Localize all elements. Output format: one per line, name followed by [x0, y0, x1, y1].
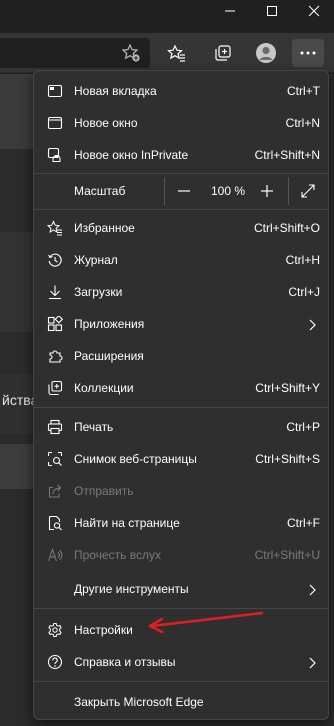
menu-item-extensions[interactable]: Расширения — [34, 341, 328, 371]
find-on-page-icon — [46, 514, 64, 532]
print-icon — [46, 418, 64, 436]
menu-item-shortcut: Ctrl+Shift+S — [255, 452, 320, 466]
menu-item-share[interactable]: Отправить — [34, 476, 328, 506]
menu-item-more-tools[interactable]: Другие инструменты — [34, 574, 328, 604]
menu-item-label: Приложения — [74, 317, 145, 331]
favorites-add-icon[interactable] — [117, 39, 145, 67]
zoom-out-button[interactable] — [172, 179, 196, 203]
share-icon — [46, 482, 64, 500]
settings-gear-icon — [46, 621, 64, 639]
menu-item-web-capture[interactable]: Снимок веб-страницы Ctrl+Shift+S — [34, 444, 328, 474]
close-icon[interactable] — [294, 0, 334, 22]
menu-item-label: Расширения — [74, 349, 144, 363]
menu-item-label: Прочесть вслух — [74, 548, 161, 562]
menu-item-read-aloud[interactable]: Прочесть вслух Ctrl+Shift+U — [34, 540, 328, 570]
menu-item-new-inprivate[interactable]: Новое окно InPrivate Ctrl+Shift+N — [34, 140, 328, 170]
history-icon — [46, 251, 64, 269]
menu-item-settings[interactable]: Настройки — [34, 615, 328, 645]
read-aloud-icon — [46, 546, 64, 564]
maximize-icon[interactable] — [252, 0, 292, 22]
fullscreen-icon[interactable] — [296, 179, 320, 203]
menu-item-shortcut: Ctrl+Shift+O — [253, 221, 320, 235]
menu-item-new-window[interactable]: Новое окно Ctrl+N — [34, 108, 328, 138]
menu-item-find[interactable]: Найти на странице Ctrl+F — [34, 508, 328, 538]
menu-item-apps[interactable]: Приложения — [34, 309, 328, 339]
menu-item-shortcut: Ctrl+N — [285, 116, 320, 130]
browser-toolbar — [0, 33, 334, 73]
help-icon — [46, 653, 64, 671]
menu-item-new-tab[interactable]: Новая вкладка Ctrl+T — [34, 76, 328, 106]
menu-item-shortcut: Ctrl+Shift+U — [254, 548, 320, 562]
menu-separator — [34, 608, 328, 609]
favorites-icon[interactable] — [163, 39, 191, 67]
new-window-icon — [46, 114, 64, 132]
menu-item-collections[interactable]: Коллекции Ctrl+Shift+Y — [34, 373, 328, 403]
inprivate-icon — [46, 146, 64, 164]
zoom-label: Масштаб — [74, 184, 126, 198]
menu-item-shortcut: Ctrl+J — [288, 285, 320, 299]
zoom-divider — [164, 177, 165, 205]
apps-icon — [46, 315, 64, 333]
collections-icon — [46, 379, 64, 397]
menu-separator — [34, 681, 328, 682]
menu-item-label: Избранное — [74, 221, 135, 235]
menu-item-shortcut: Ctrl+T — [287, 84, 320, 98]
extensions-icon — [46, 347, 64, 365]
menu-item-label: Новое окно — [74, 116, 138, 130]
settings-menu: Новая вкладка Ctrl+T Новое окно Ctrl+N Н… — [33, 70, 329, 720]
menu-item-label: Настройки — [74, 623, 133, 637]
favorites-icon — [46, 219, 64, 237]
menu-item-shortcut: Ctrl+F — [287, 516, 320, 530]
download-icon — [46, 283, 64, 301]
new-tab-icon — [46, 82, 64, 100]
chevron-right-icon — [308, 318, 316, 336]
zoom-row: Масштаб 100 % — [34, 173, 328, 209]
more-icon[interactable] — [292, 39, 324, 67]
chevron-right-icon — [308, 656, 316, 674]
menu-item-help[interactable]: Справка и отзывы — [34, 647, 328, 677]
collections-icon[interactable] — [209, 39, 237, 67]
web-capture-icon — [46, 450, 64, 468]
menu-item-label: Коллекции — [74, 381, 134, 395]
menu-item-label: Снимок веб-страницы — [74, 452, 197, 466]
menu-item-shortcut: Ctrl+P — [286, 420, 320, 434]
menu-item-close-edge[interactable]: Закрыть Microsoft Edge — [34, 687, 328, 717]
menu-separator — [34, 209, 328, 210]
menu-item-shortcut: Ctrl+H — [285, 253, 320, 267]
menu-item-label: Журнал — [74, 253, 118, 267]
menu-item-label: Отправить — [74, 484, 134, 498]
menu-item-label: Закрыть Microsoft Edge — [74, 695, 204, 709]
menu-item-label: Новое окно InPrivate — [74, 148, 189, 162]
menu-item-downloads[interactable]: Загрузки Ctrl+J — [34, 277, 328, 307]
menu-item-print[interactable]: Печать Ctrl+P — [34, 412, 328, 442]
menu-item-label: Новая вкладка — [74, 84, 157, 98]
menu-item-label: Справка и отзывы — [74, 655, 176, 669]
chevron-right-icon — [308, 583, 316, 601]
menu-item-favorites[interactable]: Избранное Ctrl+Shift+O — [34, 213, 328, 243]
menu-item-shortcut: Ctrl+Shift+N — [254, 148, 320, 162]
profile-icon[interactable] — [252, 39, 280, 67]
title-bar — [0, 0, 334, 33]
minimize-icon[interactable] — [210, 0, 250, 22]
zoom-in-button[interactable] — [255, 179, 279, 203]
zoom-value: 100 % — [210, 184, 246, 198]
menu-item-label: Печать — [74, 420, 114, 434]
menu-separator — [34, 407, 328, 408]
menu-item-history[interactable]: Журнал Ctrl+H — [34, 245, 328, 275]
menu-item-label: Найти на странице — [74, 516, 180, 530]
menu-item-label: Загрузки — [74, 285, 123, 299]
menu-item-shortcut: Ctrl+Shift+Y — [255, 381, 320, 395]
menu-item-label: Другие инструменты — [74, 582, 189, 596]
zoom-divider — [288, 177, 289, 205]
